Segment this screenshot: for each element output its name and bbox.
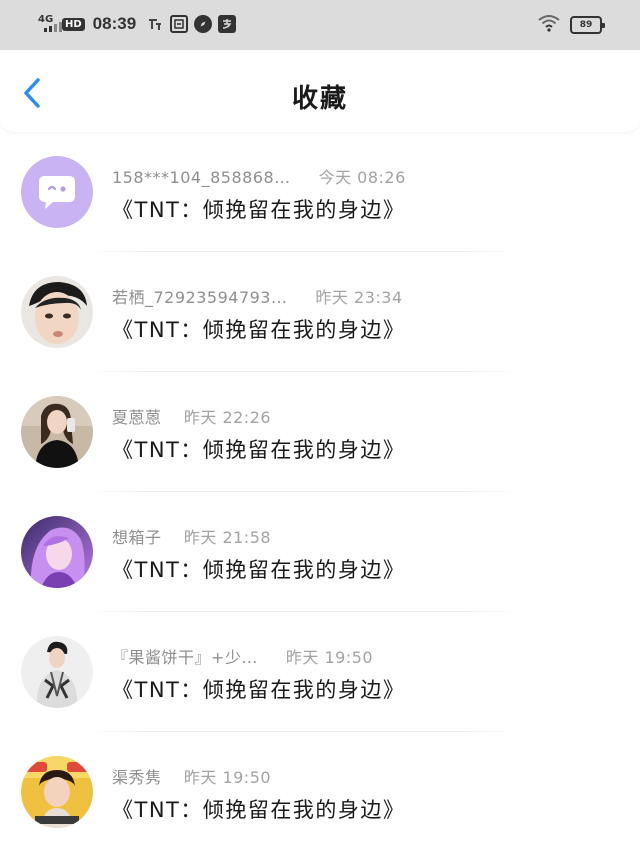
status-bar-left: 4G HD 08:39 xyxy=(38,12,237,36)
item-meta: 若栖_72923594793… 昨天 23:34 xyxy=(112,284,403,308)
status-time: 08:39 xyxy=(92,14,137,33)
timestamp: 昨天 23:34 xyxy=(315,288,403,307)
message-text: 《TNT：倾挽留在我的身边》 xyxy=(112,198,406,222)
timestamp: 昨天 19:50 xyxy=(285,648,374,667)
message-text: 《TNT：倾挽留在我的身边》 xyxy=(112,318,406,342)
status-bar: 4G HD 08:39 89 xyxy=(0,0,640,50)
user-name[interactable]: 158***104_858868… xyxy=(112,168,291,187)
avatar[interactable] xyxy=(21,756,93,828)
item-meta: 渠秀隽 昨天 19:50 xyxy=(112,764,271,788)
message-text: 《TNT：倾挽留在我的身边》 xyxy=(112,438,406,462)
item-meta: 158***104_858868… 今天 08:26 xyxy=(112,164,406,188)
user-photo xyxy=(21,756,93,828)
item-meta: 夏蒽蒽 昨天 22:26 xyxy=(112,404,271,428)
timestamp: 今天 08:26 xyxy=(318,168,406,187)
timestamp: 昨天 22:26 xyxy=(183,408,272,427)
item-meta: 想箱子 昨天 21:58 xyxy=(112,524,271,548)
avatar[interactable] xyxy=(21,636,93,708)
user-name[interactable]: 渠秀隽 xyxy=(112,768,162,787)
user-name[interactable]: 『果酱饼干』+少… xyxy=(112,648,258,667)
list-item[interactable]: 想箱子 昨天 21:58 《TNT：倾挽留在我的身边》 xyxy=(0,492,640,612)
list-item[interactable]: 158***104_858868… 今天 08:26 《TNT：倾挽留在我的身边… xyxy=(0,132,640,252)
header: 收藏 xyxy=(0,50,640,132)
list-item[interactable]: 『果酱饼干』+少… 昨天 19:50 《TNT：倾挽留在我的身边》 xyxy=(0,612,640,732)
user-photo xyxy=(21,276,93,348)
user-photo xyxy=(21,636,93,708)
cellular-signal-icon: 4G xyxy=(38,14,62,34)
page-title: 收藏 xyxy=(291,84,348,114)
compass-icon xyxy=(194,15,213,33)
list-item[interactable]: 若栖_72923594793… 昨天 23:34 《TNT：倾挽留在我的身边》 xyxy=(0,252,640,372)
user-name[interactable]: 夏蒽蒽 xyxy=(112,408,162,427)
meituan-icon xyxy=(170,15,189,33)
avatar[interactable] xyxy=(21,276,93,348)
hd-badge: HD xyxy=(62,17,85,31)
user-name[interactable]: 想箱子 xyxy=(112,528,162,547)
item-meta: 『果酱饼干』+少… 昨天 19:50 xyxy=(112,644,373,668)
chat-bubble-icon xyxy=(21,156,93,228)
user-photo xyxy=(21,396,93,468)
avatar[interactable] xyxy=(21,516,93,588)
timestamp: 昨天 21:58 xyxy=(183,528,272,547)
timestamp: 昨天 19:50 xyxy=(183,768,272,787)
wifi-icon xyxy=(538,14,560,36)
avatar[interactable] xyxy=(21,396,93,468)
avatar[interactable] xyxy=(21,156,93,228)
message-text: 《TNT：倾挽留在我的身边》 xyxy=(112,678,406,702)
battery-level: 89 xyxy=(579,20,593,30)
list-item[interactable]: 夏蒽蒽 昨天 22:26 《TNT：倾挽留在我的身边》 xyxy=(0,372,640,492)
alipay-icon xyxy=(218,15,237,33)
app-notification-icon xyxy=(146,15,164,33)
battery-icon: 89 xyxy=(570,16,605,34)
favorites-list: 158***104_858868… 今天 08:26 《TNT：倾挽留在我的身边… xyxy=(0,132,640,852)
status-bar-right: 89 xyxy=(538,14,605,36)
message-text: 《TNT：倾挽留在我的身边》 xyxy=(112,558,406,582)
list-item[interactable]: 渠秀隽 昨天 19:50 《TNT：倾挽留在我的身边》 xyxy=(0,732,640,852)
message-text: 《TNT：倾挽留在我的身边》 xyxy=(112,798,406,822)
user-illustration xyxy=(21,516,93,588)
user-name[interactable]: 若栖_72923594793… xyxy=(112,288,287,307)
